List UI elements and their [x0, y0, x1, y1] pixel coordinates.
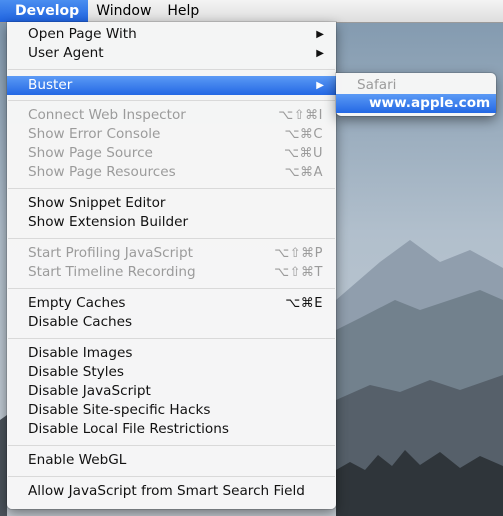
menu-separator — [8, 69, 335, 70]
develop-menu: Open Page With ▶ User Agent ▶ Buster ▶ C… — [7, 22, 336, 509]
submenu-header-safari: Safari — [336, 76, 496, 95]
keyboard-shortcut: ⌥⇧⌘I — [278, 108, 323, 123]
menu-item-show-extension-builder[interactable]: Show Extension Builder — [7, 213, 336, 232]
submenu-header-label: Safari — [357, 77, 397, 93]
menu-item-disable-styles[interactable]: Disable Styles — [7, 363, 336, 382]
buster-submenu: Safari www.apple.com — [336, 73, 496, 116]
keyboard-shortcut: ⌥⌘C — [284, 127, 323, 142]
menu-item-label: Disable Local File Restrictions — [28, 421, 229, 437]
menu-item-label: Start Profiling JavaScript — [28, 245, 193, 261]
menu-item-label: Show Error Console — [28, 126, 161, 142]
menu-separator — [8, 476, 335, 477]
menu-separator — [8, 238, 335, 239]
submenu-item-label: www.apple.com — [369, 95, 491, 111]
menu-item-label: Open Page With — [28, 26, 137, 42]
menu-item-connect-web-inspector[interactable]: Connect Web Inspector ⌥⇧⌘I — [7, 106, 336, 125]
menu-item-start-profiling-javascript[interactable]: Start Profiling JavaScript ⌥⇧⌘P — [7, 244, 336, 263]
menu-item-start-timeline-recording[interactable]: Start Timeline Recording ⌥⇧⌘T — [7, 263, 336, 282]
menu-bar: Develop Window Help — [0, 0, 503, 23]
menubar-develop[interactable]: Develop — [0, 0, 89, 22]
menu-item-label: Disable Caches — [28, 314, 133, 330]
menu-separator — [8, 288, 335, 289]
keyboard-shortcut: ⌥⌘A — [284, 165, 323, 180]
menu-item-label: Disable Site-specific Hacks — [28, 402, 211, 418]
menu-item-open-page-with[interactable]: Open Page With ▶ — [7, 25, 336, 44]
menubar-window[interactable]: Window — [88, 0, 159, 22]
menu-item-label: Start Timeline Recording — [28, 264, 196, 280]
menu-separator — [8, 338, 335, 339]
menu-item-label: User Agent — [28, 45, 104, 61]
menu-item-label: Enable WebGL — [28, 452, 127, 468]
menu-item-disable-images[interactable]: Disable Images — [7, 344, 336, 363]
menu-item-show-snippet-editor[interactable]: Show Snippet Editor — [7, 194, 336, 213]
menu-item-disable-caches[interactable]: Disable Caches — [7, 313, 336, 332]
menu-item-disable-local-file-restrictions[interactable]: Disable Local File Restrictions — [7, 420, 336, 439]
menu-item-label: Disable JavaScript — [28, 383, 151, 399]
menu-item-label: Disable Images — [28, 345, 133, 361]
menu-item-enable-webgl[interactable]: Enable WebGL — [7, 451, 336, 470]
menu-item-label: Show Page Resources — [28, 164, 176, 180]
keyboard-shortcut: ⌥⌘U — [284, 146, 323, 161]
menu-separator — [8, 100, 335, 101]
menu-item-empty-caches[interactable]: Empty Caches ⌥⌘E — [7, 294, 336, 313]
menu-item-buster[interactable]: Buster ▶ — [7, 76, 336, 95]
menubar-help[interactable]: Help — [159, 0, 207, 22]
menu-item-show-page-resources[interactable]: Show Page Resources ⌥⌘A — [7, 163, 336, 182]
submenu-arrow-icon: ▶ — [316, 29, 324, 40]
submenu-item-www-apple-com[interactable]: www.apple.com — [336, 94, 496, 113]
menu-item-allow-javascript-smart-search[interactable]: Allow JavaScript from Smart Search Field — [7, 482, 336, 501]
menu-item-label: Show Page Source — [28, 145, 153, 161]
menu-item-show-error-console[interactable]: Show Error Console ⌥⌘C — [7, 125, 336, 144]
submenu-arrow-icon: ▶ — [316, 80, 324, 91]
menu-item-disable-javascript[interactable]: Disable JavaScript — [7, 382, 336, 401]
menu-item-label: Show Snippet Editor — [28, 195, 166, 211]
keyboard-shortcut: ⌥⇧⌘T — [274, 265, 323, 280]
menu-item-label: Disable Styles — [28, 364, 124, 380]
menu-item-label: Show Extension Builder — [28, 214, 189, 230]
menu-item-label: Allow JavaScript from Smart Search Field — [28, 483, 305, 499]
menu-item-label: Connect Web Inspector — [28, 107, 186, 123]
keyboard-shortcut: ⌥⌘E — [285, 296, 323, 311]
menu-item-label: Buster — [28, 77, 73, 93]
menu-item-show-page-source[interactable]: Show Page Source ⌥⌘U — [7, 144, 336, 163]
menu-item-disable-site-specific-hacks[interactable]: Disable Site-specific Hacks — [7, 401, 336, 420]
menu-separator — [8, 445, 335, 446]
menu-item-user-agent[interactable]: User Agent ▶ — [7, 44, 336, 63]
submenu-arrow-icon: ▶ — [316, 48, 324, 59]
keyboard-shortcut: ⌥⇧⌘P — [274, 246, 323, 261]
menu-separator — [8, 188, 335, 189]
menu-item-label: Empty Caches — [28, 295, 126, 311]
